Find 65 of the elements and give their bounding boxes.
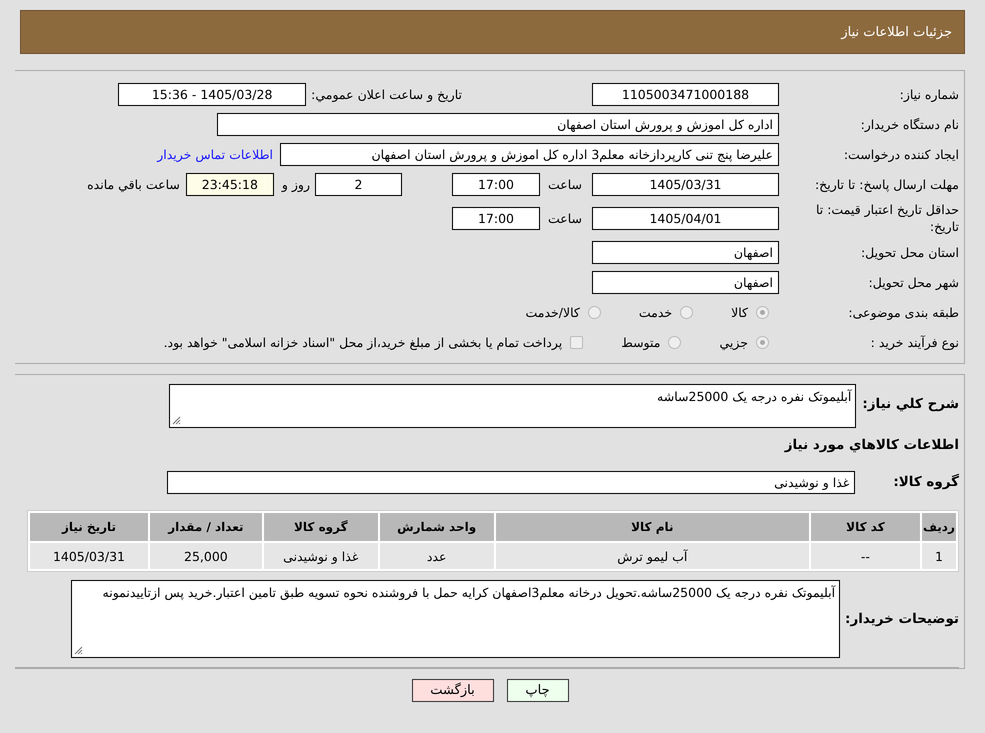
table-cell: 25,000 bbox=[150, 543, 262, 569]
radio-label: جزيي bbox=[719, 334, 748, 350]
city-field: اصفهان bbox=[592, 270, 779, 294]
table-cell: آب لیمو ترش bbox=[496, 543, 810, 569]
validity-time-field: 17:00 bbox=[452, 206, 540, 230]
province-field: اصفهان bbox=[592, 240, 779, 264]
radio-label: کالا bbox=[731, 304, 748, 320]
column-header: کد کالا bbox=[811, 513, 920, 541]
radio-button[interactable] bbox=[588, 306, 601, 318]
table-cell: غذا و نوشیدنی bbox=[264, 543, 378, 569]
remaining-label: ساعت باقي مانده bbox=[87, 176, 180, 192]
column-header: گروه کالا bbox=[264, 513, 378, 541]
deadline-time-field: 17:00 bbox=[452, 172, 540, 196]
time-label: ساعت bbox=[548, 210, 582, 226]
table-cell: 1405/03/31 bbox=[30, 543, 148, 569]
page-title: جزئیات اطلاعات نیاز bbox=[841, 24, 952, 40]
column-header: ردیف bbox=[922, 513, 956, 541]
field-label: توضیحات خریدار: bbox=[845, 611, 959, 627]
column-header: تاریخ نیاز bbox=[30, 513, 148, 541]
days-label: روز و bbox=[282, 176, 310, 192]
field-label: تاریخ و ساعت اعلان عمومي: bbox=[311, 86, 462, 102]
goods-group-field: غذا و نوشیدنی bbox=[167, 470, 856, 494]
contact-link[interactable]: اطلاعات تماس خریدار bbox=[157, 146, 273, 162]
radio-label: خدمت bbox=[638, 304, 672, 320]
time-label: ساعت bbox=[548, 176, 582, 192]
field-label: مهلت ارسال پاسخ: تا تاریخ: bbox=[814, 176, 959, 192]
field-label: نوع فرآیند خرید : bbox=[870, 334, 959, 350]
radio-button[interactable] bbox=[756, 336, 769, 348]
field-label: گروه کالا: bbox=[893, 474, 959, 490]
field-label: حداقل تاریخ اعتبار قیمت: تا تاریخ: bbox=[814, 201, 959, 235]
deadline-date-field: 1405/03/31 bbox=[592, 172, 779, 196]
field-label: استان محل تحویل: bbox=[860, 244, 959, 260]
radio-button[interactable] bbox=[668, 336, 682, 348]
checkbox[interactable] bbox=[570, 336, 584, 348]
days-field: 2 bbox=[314, 172, 402, 196]
section-title: اطلاعات کالاهاي مورد نیاز bbox=[783, 437, 959, 453]
table-cell: -- bbox=[811, 543, 920, 569]
radio-button[interactable] bbox=[680, 306, 694, 318]
field-label: ایجاد کننده درخواست: bbox=[842, 146, 959, 162]
column-header: تعداد / مقدار bbox=[150, 513, 262, 541]
table-cell: 1 bbox=[922, 543, 956, 569]
column-header: نام کالا bbox=[496, 513, 810, 541]
announce-date-field: 1405/03/28 - 15:36 bbox=[118, 82, 306, 106]
buyer-name-field: اداره کل اموزش و پرورش استان اصفهان bbox=[217, 112, 779, 136]
print-button[interactable]: چاپ bbox=[506, 679, 568, 702]
radio-label: کالا/خدمت bbox=[525, 304, 580, 320]
radio-button[interactable] bbox=[756, 306, 769, 318]
creator-field: علیرضا پنج تنی کارپردازخانه معلم3 اداره کل اموزش و پرورش استان اصفهان bbox=[280, 142, 779, 166]
field-label: شرح کلي نیاز: bbox=[862, 395, 959, 412]
back-button[interactable]: بازگشت bbox=[412, 679, 494, 702]
resize-grip-icon[interactable] bbox=[172, 416, 182, 425]
field-label: شهر محل تحویل: bbox=[868, 274, 959, 290]
buyer-notes-field[interactable]: آبلیموتک نفره درجه یک 25000ساشه.تحویل درخانه معلم3اصفهان کرایه حمل با فروشنده نحوه تسویه طبق تامین اعتبار.خرید پس ازتاییدنمونه bbox=[71, 580, 840, 658]
payment-note: پرداخت تمام یا بخشی از مبلغ خرید،از محل "اسناد خزانه اسلامی" خواهد بود. bbox=[164, 334, 562, 350]
field-label: شماره نیاز: bbox=[898, 86, 959, 102]
remaining-time-field: 23:45:18 bbox=[186, 172, 274, 196]
table-cell: عدد bbox=[380, 543, 494, 569]
column-header: واحد شمارش bbox=[380, 513, 494, 541]
field-label: طبقه بندی موضوعی: bbox=[847, 304, 959, 320]
radio-label: متوسط bbox=[621, 334, 660, 350]
resize-grip-icon[interactable] bbox=[74, 646, 84, 655]
validity-date-field: 1405/04/01 bbox=[592, 206, 779, 230]
description-field[interactable]: آبلیموتک نفره درجه یک 25000ساشه bbox=[169, 384, 856, 428]
field-label: نام دستگاه خریدار: bbox=[860, 116, 959, 132]
need-number-field: 1105003471000188 bbox=[592, 82, 779, 106]
